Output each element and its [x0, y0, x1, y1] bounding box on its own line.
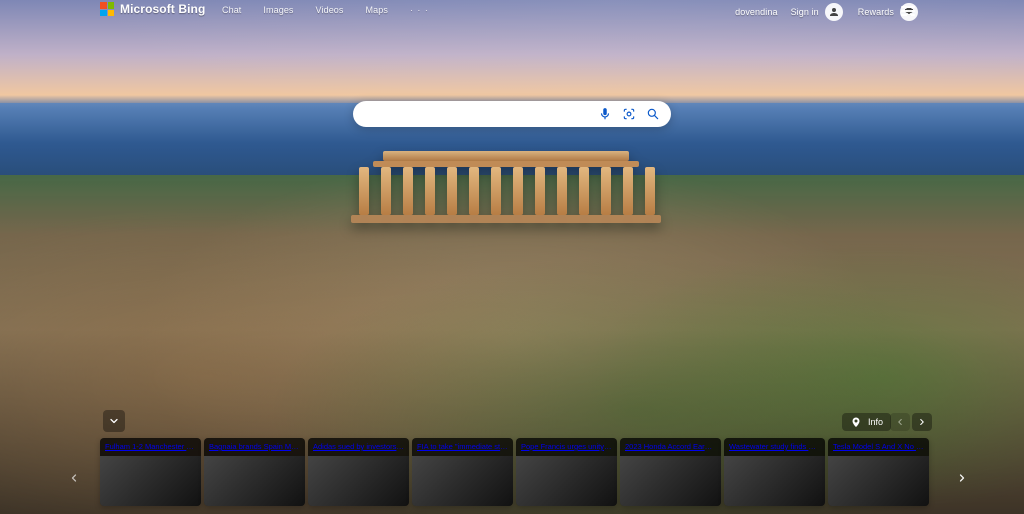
- news-card-title: Adidas sued by investors o...: [308, 438, 409, 456]
- news-card-title: Bagnaia brands Spain Mot...: [204, 438, 305, 456]
- news-card-title: 2023 Honda Accord Earns I...: [620, 438, 721, 456]
- news-card-thumbnail: [620, 456, 721, 506]
- search-button[interactable]: [645, 106, 661, 122]
- news-card-title: Fulham 1-2 Manchester Cit...: [100, 438, 201, 456]
- news-card-title: Pope Francis urges unity in...: [516, 438, 617, 456]
- news-card[interactable]: FIA to take "immediate ste...: [412, 438, 513, 506]
- news-cards: Fulham 1-2 Manchester Cit... Bagnaia bra…: [100, 438, 930, 506]
- news-card-thumbnail: [724, 456, 825, 506]
- news-card-title: FIA to take "immediate ste...: [412, 438, 513, 456]
- news-card[interactable]: Tesla Model S And X No Lo...: [828, 438, 929, 506]
- microphone-icon: [600, 108, 610, 120]
- menu-button[interactable]: [901, 6, 915, 16]
- news-card-thumbnail: [828, 456, 929, 506]
- news-card[interactable]: Wastewater study finds 18 ...: [724, 438, 825, 506]
- search-bar[interactable]: [353, 101, 671, 127]
- news-card[interactable]: Fulham 1-2 Manchester Cit...: [100, 438, 201, 506]
- news-card-thumbnail: [204, 456, 305, 506]
- nav-images-link[interactable]: Images: [263, 5, 293, 15]
- image-info-button[interactable]: Info: [842, 413, 892, 431]
- carousel-next-button[interactable]: [956, 470, 968, 486]
- chevron-left-icon: [898, 418, 902, 426]
- top-navigation-bar: Microsoft Bing Chat Images Videos Maps ·…: [0, 0, 1024, 22]
- background-navigation: [890, 413, 932, 431]
- news-card[interactable]: Bagnaia brands Spain Mot...: [204, 438, 305, 506]
- news-card[interactable]: Pope Francis urges unity in...: [516, 438, 617, 506]
- location-pin-icon: [852, 417, 860, 427]
- microsoft-logo-yellow-square: [107, 9, 114, 16]
- menu-line-icon: [901, 6, 915, 8]
- nav-more-link[interactable]: · · ·: [410, 5, 429, 15]
- chevron-right-icon: [959, 474, 965, 482]
- sign-in-label: Sign in: [790, 7, 819, 17]
- nav-chat-link[interactable]: Chat: [222, 5, 241, 15]
- news-card-title: Wastewater study finds 18 ...: [724, 438, 825, 456]
- menu-line-icon: [901, 10, 915, 12]
- rewards-label: Rewards: [857, 7, 894, 17]
- carousel-previous-button[interactable]: [68, 470, 80, 486]
- chevron-down-icon: [110, 418, 118, 424]
- chevron-left-icon: [71, 474, 77, 482]
- news-card-thumbnail: [412, 456, 513, 506]
- camera-search-icon: [623, 108, 635, 120]
- previous-image-button[interactable]: [890, 413, 910, 431]
- sign-in-button[interactable]: Sign in: [789, 3, 845, 21]
- chevron-right-icon: [920, 418, 924, 426]
- temple-illustration: [351, 151, 661, 223]
- microsoft-logo-icon: [100, 2, 114, 16]
- news-card[interactable]: 2023 Honda Accord Earns I...: [620, 438, 721, 506]
- news-card-thumbnail: [516, 456, 617, 506]
- username[interactable]: dovendina: [735, 7, 777, 17]
- news-card-thumbnail: [308, 456, 409, 506]
- info-label: Info: [868, 417, 884, 427]
- nav-maps-link[interactable]: Maps: [366, 5, 388, 15]
- news-card[interactable]: Adidas sued by investors o...: [308, 438, 409, 506]
- nav-videos-link[interactable]: Videos: [316, 5, 344, 15]
- user-area: dovendina Sign in Rewards: [735, 3, 920, 21]
- next-image-button[interactable]: [912, 413, 932, 431]
- search-icon: [647, 108, 659, 120]
- search-input[interactable]: [367, 107, 589, 121]
- search-tools: [597, 106, 661, 122]
- news-card-thumbnail: [100, 456, 201, 506]
- microsoft-logo-blue-square: [100, 9, 107, 16]
- microsoft-logo-red-square: [100, 2, 107, 9]
- brand[interactable]: Microsoft Bing: [100, 2, 205, 16]
- microsoft-logo-green-square: [107, 2, 114, 9]
- voice-search-button[interactable]: [597, 106, 613, 122]
- visual-search-button[interactable]: [621, 106, 637, 122]
- carousel-collapse-button[interactable]: [103, 410, 125, 432]
- brand-text: Microsoft Bing: [120, 2, 206, 16]
- news-card-title: Tesla Model S And X No Lo...: [828, 438, 929, 456]
- primary-nav: Chat Images Videos Maps · · ·: [222, 5, 429, 15]
- person-icon: [829, 8, 838, 16]
- menu-line-icon: [901, 14, 915, 16]
- user-avatar-icon: [824, 3, 843, 21]
- news-carousel: Fulham 1-2 Manchester Cit... Bagnaia bra…: [100, 438, 930, 506]
